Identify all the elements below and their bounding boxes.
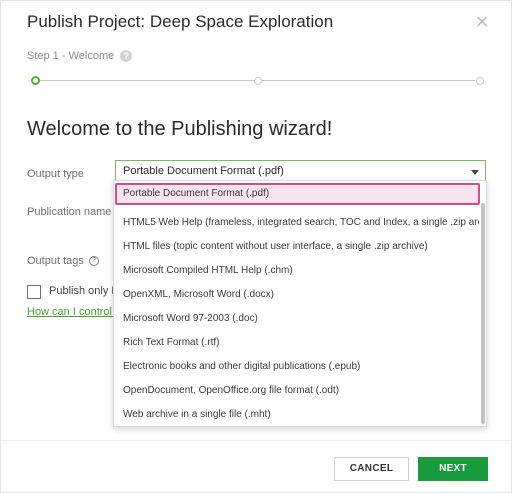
step-node: [476, 77, 484, 85]
cancel-button[interactable]: CANCEL: [334, 457, 409, 481]
step-indicator: Step 1 - Welcome ?: [27, 50, 133, 63]
publish-only-checkbox[interactable]: [27, 285, 41, 299]
progress-line: [39, 80, 254, 81]
output-type-value: Portable Document Format (.pdf): [123, 165, 284, 177]
dropdown-option-epub[interactable]: Electronic books and other digital publi…: [116, 356, 479, 378]
next-button[interactable]: NEXT: [418, 457, 488, 481]
dropdown-scrollbar[interactable]: [481, 203, 485, 424]
dropdown-option-odt[interactable]: OpenDocument, OpenOffice.org file format…: [116, 380, 479, 402]
footer-divider: [1, 440, 511, 441]
chevron-down-icon: [471, 170, 479, 175]
dropdown-option-html5-web-help[interactable]: HTML5 Web Help (frameless, integrated se…: [116, 212, 479, 234]
step-node: [254, 77, 262, 85]
output-tags-label-row: Output tags ?: [27, 255, 99, 267]
progress-line: [262, 80, 475, 81]
dropdown-option-html-files[interactable]: HTML files (topic content without user i…: [116, 236, 479, 258]
dialog-title: Publish Project: Deep Space Exploration: [27, 12, 334, 31]
output-type-dropdown: Portable Document Format (.pdf) HTML5 We…: [113, 180, 487, 427]
dropdown-option-pdf[interactable]: Portable Document Format (.pdf): [115, 183, 480, 205]
publication-name-label: Publication name: [27, 206, 112, 218]
dropdown-option-doc[interactable]: Microsoft Word 97-2003 (.doc): [116, 308, 479, 330]
output-tags-label: Output tags: [27, 255, 84, 267]
publication-name-label-row: Publication name ?: [27, 206, 127, 218]
dropdown-option-mht[interactable]: Web archive in a single file (.mht): [116, 404, 479, 426]
close-icon[interactable]: ×: [471, 11, 493, 33]
dropdown-option-chm[interactable]: Microsoft Compiled HTML Help (.chm): [116, 260, 479, 282]
dropdown-option-rtf[interactable]: Rich Text Format (.rtf): [116, 332, 479, 354]
welcome-heading: Welcome to the Publishing wizard!: [27, 118, 333, 140]
step-label: Step 1 - Welcome: [27, 50, 115, 62]
output-type-label: Output type: [27, 168, 84, 180]
step-node-current: [31, 76, 40, 85]
help-icon[interactable]: ?: [120, 50, 133, 63]
help-icon[interactable]: ?: [88, 256, 99, 267]
dropdown-option-docx[interactable]: OpenXML, Microsoft Word (.docx): [116, 284, 479, 306]
wizard-progress: [31, 76, 484, 86]
